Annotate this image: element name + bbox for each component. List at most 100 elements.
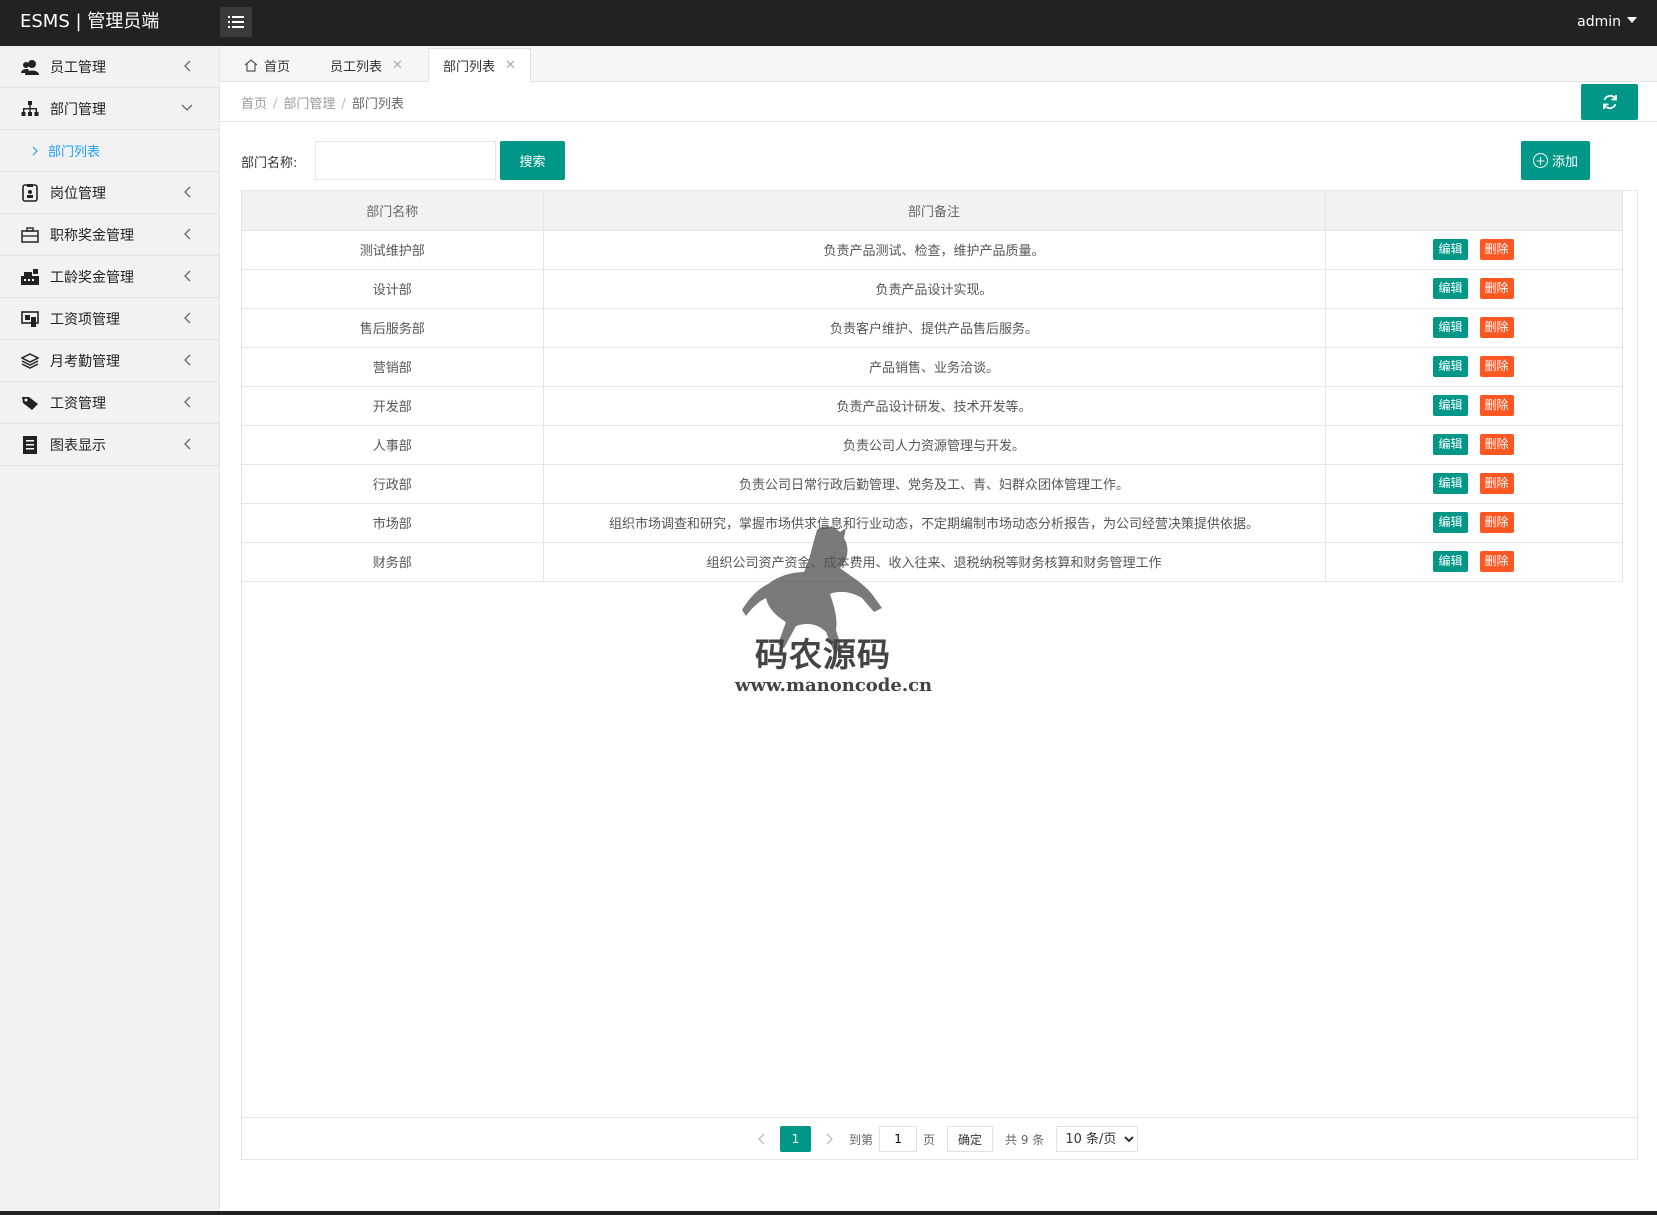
department-name-cell: 测试维护部 bbox=[242, 229, 544, 270]
total-count: 共 9 条 bbox=[1005, 1132, 1045, 1147]
sitemap-icon bbox=[20, 99, 40, 119]
department-note-cell: 负责客户维护、提供产品售后服务。 bbox=[542, 307, 1326, 348]
badge-icon bbox=[20, 183, 40, 203]
search-button[interactable]: 搜索 bbox=[500, 141, 565, 180]
chevron-down-icon bbox=[181, 102, 193, 114]
chevron-right-icon bbox=[32, 146, 38, 155]
table-row: 行政部 负责公司日常行政后勤管理、党务及工、青、妇群众团体管理工作。 编辑 删除 bbox=[242, 463, 1623, 504]
page-1-button[interactable]: 1 bbox=[780, 1126, 811, 1152]
briefcase-icon bbox=[20, 225, 40, 245]
sidebar-item-department[interactable]: 部门管理 bbox=[0, 88, 219, 130]
department-name-cell: 行政部 bbox=[242, 463, 544, 504]
department-name-cell: 设计部 bbox=[242, 268, 544, 309]
refresh-button[interactable] bbox=[1581, 84, 1638, 120]
menu-toggle-button[interactable] bbox=[220, 7, 252, 37]
sidebar-item-label: 工资项管理 bbox=[50, 311, 120, 328]
edit-button[interactable]: 编辑 bbox=[1433, 512, 1468, 533]
department-name-cell: 人事部 bbox=[242, 424, 544, 465]
sidebar-item-seniority-bonus[interactable]: 工龄奖金管理 bbox=[0, 256, 219, 298]
tab-employee-list[interactable]: 员工列表 ✕ bbox=[316, 48, 417, 82]
page-label: 页 bbox=[923, 1132, 936, 1147]
list-icon bbox=[228, 16, 244, 28]
table-row: 测试维护部 负责产品测试、检查，维护产品质量。 编辑 删除 bbox=[242, 229, 1623, 270]
actions-cell: 编辑 删除 bbox=[1324, 268, 1623, 309]
watermark-title: 码农源码 bbox=[755, 635, 891, 674]
add-button[interactable]: + 添加 bbox=[1521, 141, 1590, 180]
pagination-bar: 1 到第 页 确定 共 9 条 10 条/页 bbox=[242, 1117, 1637, 1159]
app-logo[interactable]: ESMS | 管理员端 bbox=[20, 0, 159, 44]
tab-label: 首页 bbox=[264, 59, 291, 75]
sidebar-subitem-department-list[interactable]: 部门列表 bbox=[0, 130, 219, 172]
sidebar-item-salary[interactable]: 工资管理 bbox=[0, 382, 219, 424]
department-name-input[interactable] bbox=[315, 141, 496, 180]
table-row: 营销部 产品销售、业务洽谈。 编辑 删除 bbox=[242, 346, 1623, 387]
delete-button[interactable]: 删除 bbox=[1479, 395, 1514, 416]
department-note-cell: 负责公司日常行政后勤管理、党务及工、青、妇群众团体管理工作。 bbox=[542, 463, 1326, 504]
edit-button[interactable]: 编辑 bbox=[1433, 278, 1468, 299]
breadcrumb-bar: 首页 / 部门管理 / 部门列表 bbox=[220, 82, 1657, 122]
table-row: 人事部 负责公司人力资源管理与开发。 编辑 删除 bbox=[242, 424, 1623, 465]
sidebar-item-attendance[interactable]: 月考勤管理 bbox=[0, 340, 219, 382]
chevron-left-icon bbox=[181, 228, 193, 240]
table-header-row: 部门名称 部门备注 bbox=[242, 191, 1623, 231]
sidebar-subitem-label: 部门列表 bbox=[48, 145, 101, 160]
prev-page-icon[interactable] bbox=[748, 1126, 774, 1152]
sidebar-item-salary-item[interactable]: 工资项管理 bbox=[0, 298, 219, 340]
department-note-cell: 负责公司人力资源管理与开发。 bbox=[542, 424, 1326, 465]
breadcrumb-department[interactable]: 部门管理 bbox=[283, 97, 335, 112]
search-label: 部门名称: bbox=[241, 156, 298, 171]
actions-cell: 编辑 删除 bbox=[1324, 346, 1623, 387]
edit-button[interactable]: 编辑 bbox=[1433, 473, 1468, 494]
user-menu[interactable]: admin bbox=[1577, 0, 1637, 44]
tag-icon bbox=[20, 393, 40, 413]
sidebar-item-label: 部门管理 bbox=[50, 101, 106, 118]
delete-button[interactable]: 删除 bbox=[1479, 473, 1514, 494]
sidebar-item-title-bonus[interactable]: 职称奖金管理 bbox=[0, 214, 219, 256]
sidebar-item-position[interactable]: 岗位管理 bbox=[0, 172, 219, 214]
edit-button[interactable]: 编辑 bbox=[1433, 551, 1468, 572]
delete-button[interactable]: 删除 bbox=[1479, 317, 1514, 338]
tab-department-list[interactable]: 部门列表 ✕ bbox=[428, 48, 531, 82]
sidebar: 员工管理 部门管理 部门列表 岗位管理 职称奖金管理 工龄奖金管理 工资项管理 … bbox=[0, 46, 220, 1215]
sidebar-item-label: 职称奖金管理 bbox=[50, 227, 134, 244]
actions-cell: 编辑 删除 bbox=[1324, 502, 1623, 543]
delete-button[interactable]: 删除 bbox=[1479, 239, 1514, 260]
tab-bar: 首页 员工列表 ✕ 部门列表 ✕ bbox=[220, 46, 1657, 82]
delete-button[interactable]: 删除 bbox=[1479, 278, 1514, 299]
delete-button[interactable]: 删除 bbox=[1479, 512, 1514, 533]
sidebar-item-charts[interactable]: 图表显示 bbox=[0, 424, 219, 466]
delete-button[interactable]: 删除 bbox=[1479, 551, 1514, 572]
edit-button[interactable]: 编辑 bbox=[1433, 434, 1468, 455]
table-row: 售后服务部 负责客户维护、提供产品售后服务。 编辑 删除 bbox=[242, 307, 1623, 348]
department-name-cell: 开发部 bbox=[242, 385, 544, 426]
sidebar-item-label: 月考勤管理 bbox=[50, 353, 120, 370]
edit-button[interactable]: 编辑 bbox=[1433, 239, 1468, 260]
monitor-icon bbox=[20, 309, 40, 329]
breadcrumb: 首页 / 部门管理 / 部门列表 bbox=[241, 97, 404, 112]
layers-icon bbox=[20, 351, 40, 371]
tab-home[interactable]: 首页 bbox=[230, 48, 304, 82]
pagination: 1 到第 页 确定 共 9 条 10 条/页 bbox=[748, 1126, 1139, 1152]
top-header: ESMS | 管理员端 admin bbox=[0, 0, 1657, 46]
breadcrumb-home[interactable]: 首页 bbox=[241, 97, 267, 112]
close-icon[interactable]: ✕ bbox=[505, 58, 516, 73]
table-row: 设计部 负责产品设计实现。 编辑 删除 bbox=[242, 268, 1623, 309]
edit-button[interactable]: 编辑 bbox=[1433, 356, 1468, 377]
goto-confirm-button[interactable]: 确定 bbox=[947, 1126, 994, 1152]
column-header-name: 部门名称 bbox=[242, 191, 544, 231]
actions-cell: 编辑 删除 bbox=[1324, 307, 1623, 348]
delete-button[interactable]: 删除 bbox=[1479, 434, 1514, 455]
edit-button[interactable]: 编辑 bbox=[1433, 395, 1468, 416]
next-page-icon[interactable] bbox=[817, 1126, 843, 1152]
edit-button[interactable]: 编辑 bbox=[1433, 317, 1468, 338]
delete-button[interactable]: 删除 bbox=[1479, 356, 1514, 377]
table-row: 开发部 负责产品设计研发、技术开发等。 编辑 删除 bbox=[242, 385, 1623, 426]
close-icon[interactable]: ✕ bbox=[392, 58, 403, 73]
department-name-cell: 营销部 bbox=[242, 346, 544, 387]
users-icon bbox=[20, 57, 40, 77]
sidebar-item-employee[interactable]: 员工管理 bbox=[0, 46, 219, 88]
department-note-cell: 组织市场调查和研究，掌握市场供求信息和行业动态，不定期编制市场动态分析报告，为公… bbox=[542, 502, 1326, 543]
refresh-icon bbox=[1602, 94, 1617, 110]
page-size-select[interactable]: 10 条/页 bbox=[1056, 1126, 1139, 1152]
goto-page-input[interactable] bbox=[879, 1126, 918, 1152]
